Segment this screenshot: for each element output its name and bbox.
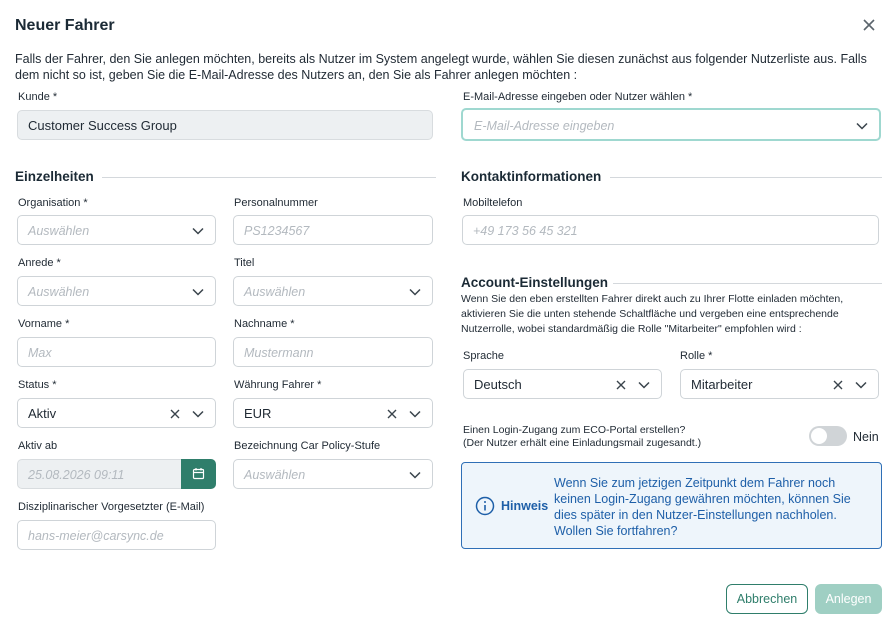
new-driver-dialog: Neuer Fahrer Falls der Fahrer, den Sie a… [0, 0, 893, 625]
customer-label: Kunde * [18, 91, 58, 103]
login-toggle-label: Nein [853, 430, 879, 444]
hint-text: Wenn Sie zum jetzigen Zeitpunkt dem Fahr… [554, 476, 851, 538]
nachname-input[interactable]: Mustermann [233, 337, 433, 367]
chevron-down-icon[interactable] [191, 224, 205, 238]
vorname-label: Vorname * [18, 318, 70, 330]
titel-label: Titel [234, 257, 255, 269]
sprache-value: Deutsch [474, 377, 522, 392]
clear-icon[interactable] [831, 378, 845, 392]
waehrung-label: Währung Fahrer * [234, 379, 322, 391]
login-question-line1: Einen Login-Zugang zum ECO-Portal erstel… [463, 424, 686, 436]
sprache-select[interactable]: Deutsch [463, 369, 662, 399]
status-select[interactable]: Aktiv [17, 398, 216, 428]
vorname-input[interactable]: Max [17, 337, 216, 367]
waehrung-select[interactable]: EUR [233, 398, 433, 428]
contact-divider [610, 177, 882, 178]
chevron-down-icon[interactable] [854, 378, 868, 392]
create-button[interactable]: Anlegen [815, 584, 882, 614]
waehrung-value: EUR [244, 406, 272, 421]
clear-icon[interactable] [385, 407, 399, 421]
chevron-down-icon[interactable] [408, 407, 422, 421]
login-toggle[interactable] [809, 426, 847, 446]
email-label: E-Mail-Adresse eingeben oder Nutzer wähl… [463, 91, 693, 103]
anrede-label: Anrede * [18, 257, 61, 269]
cancel-button[interactable]: Abbrechen [726, 584, 808, 614]
calendar-icon [192, 468, 205, 480]
customer-value: Customer Success Group [28, 118, 177, 133]
email-placeholder: E-Mail-Adresse eingeben [474, 119, 615, 133]
organisation-placeholder: Auswählen [28, 224, 90, 238]
mobil-input[interactable]: +49 173 56 45 321 [462, 215, 879, 245]
email-select[interactable]: E-Mail-Adresse eingeben [461, 108, 881, 141]
mobil-label: Mobiltelefon [463, 197, 523, 209]
calendar-button[interactable] [181, 459, 216, 489]
car-policy-placeholder: Auswählen [244, 468, 306, 482]
vorgesetzter-label: Disziplinarischer Vorgesetzter (E-Mail) [18, 501, 205, 513]
chevron-down-icon[interactable] [191, 285, 205, 299]
car-policy-label: Bezeichnung Car Policy-Stufe [234, 440, 381, 452]
nachname-placeholder: Mustermann [244, 346, 314, 360]
car-policy-select[interactable]: Auswählen [233, 459, 433, 489]
rolle-label: Rolle * [680, 350, 713, 362]
details-section-title: Einzelheiten [15, 169, 94, 184]
vorgesetzter-placeholder: hans-meier@carsync.de [28, 529, 164, 543]
login-question-line2: (Der Nutzer erhält eine Einladungsmail z… [463, 437, 702, 449]
clear-icon[interactable] [168, 407, 182, 421]
rolle-select[interactable]: Mitarbeiter [680, 369, 879, 399]
toggle-knob [811, 428, 827, 444]
sprache-label: Sprache [463, 350, 504, 362]
chevron-down-icon[interactable] [855, 119, 869, 133]
close-icon[interactable] [858, 14, 880, 36]
info-icon [475, 496, 495, 516]
anrede-placeholder: Auswählen [28, 285, 90, 299]
clear-icon[interactable] [614, 378, 628, 392]
dialog-intro: Falls der Fahrer, den Sie anlegen möchte… [15, 52, 867, 82]
status-value: Aktiv [28, 406, 57, 421]
hint-title: Hinweis [501, 499, 549, 513]
chevron-down-icon[interactable] [408, 285, 422, 299]
chevron-down-icon[interactable] [408, 468, 422, 482]
titel-placeholder: Auswählen [244, 285, 306, 299]
personalnummer-input[interactable]: PS1234567 [233, 215, 433, 245]
organisation-label: Organisation * [18, 197, 88, 209]
customer-field: Customer Success Group [17, 110, 433, 140]
aktiv-ab-label: Aktiv ab [18, 440, 58, 452]
login-question: Einen Login-Zugang zum ECO-Portal erstel… [463, 424, 701, 450]
aktiv-ab-placeholder: 25.08.2026 09:11 [28, 468, 125, 482]
account-divider [613, 283, 882, 284]
organisation-select[interactable]: Auswählen [17, 215, 216, 245]
rolle-value: Mitarbeiter [691, 377, 753, 392]
chevron-down-icon[interactable] [191, 407, 205, 421]
status-label: Status * [18, 379, 57, 391]
contact-section-title: Kontaktinformationen [461, 169, 602, 184]
hint-box: Hinweis Wenn Sie zum jetzigen Zeitpunkt … [461, 462, 882, 549]
aktiv-ab-input[interactable]: 25.08.2026 09:11 [17, 459, 182, 489]
titel-select[interactable]: Auswählen [233, 276, 433, 306]
personalnummer-label: Personalnummer [234, 197, 318, 209]
vorgesetzter-input[interactable]: hans-meier@carsync.de [17, 520, 216, 550]
details-divider [102, 177, 436, 178]
anrede-select[interactable]: Auswählen [17, 276, 216, 306]
chevron-down-icon[interactable] [637, 378, 651, 392]
vorname-placeholder: Max [28, 346, 52, 360]
account-section-title: Account-Einstellungen [461, 275, 609, 290]
dialog-title: Neuer Fahrer [15, 17, 115, 34]
account-description: Wenn Sie den eben erstellten Fahrer dire… [461, 293, 844, 335]
nachname-label: Nachname * [234, 318, 295, 330]
mobil-placeholder: +49 173 56 45 321 [473, 224, 578, 238]
personalnummer-placeholder: PS1234567 [244, 224, 310, 238]
